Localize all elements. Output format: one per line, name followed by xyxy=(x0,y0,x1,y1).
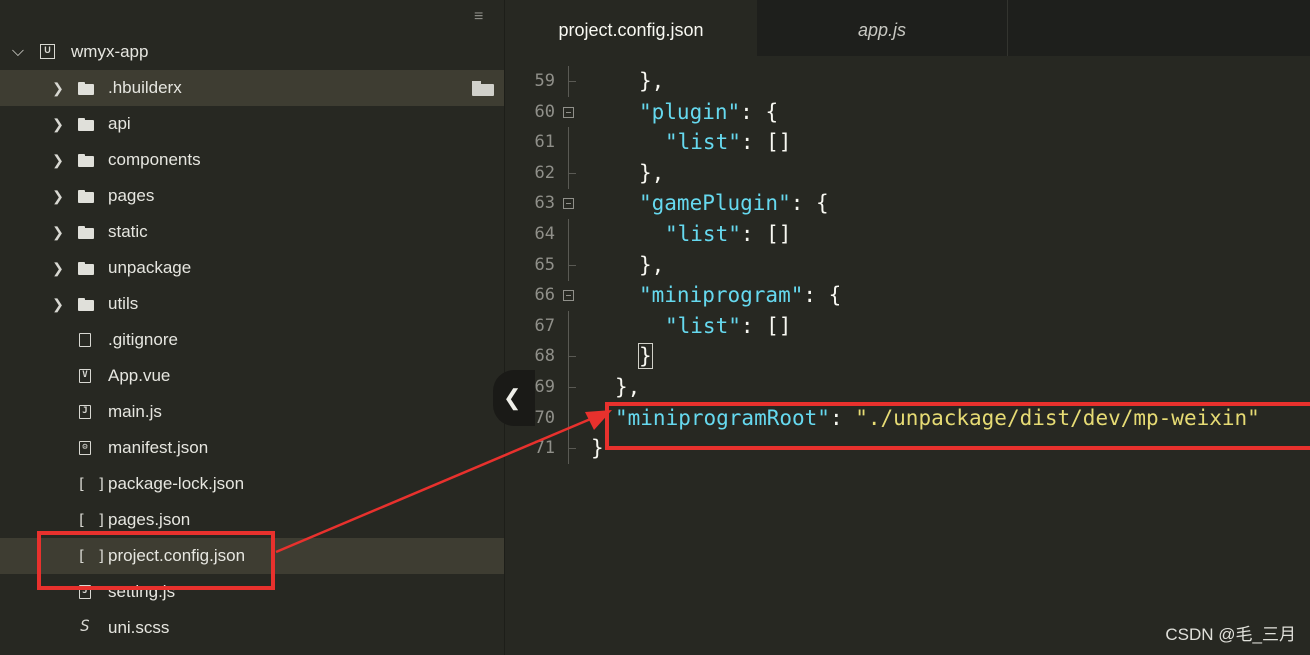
watermark: CSDN @毛_三月 xyxy=(1165,625,1296,644)
arrow-head xyxy=(585,410,612,430)
collapse-sidebar-button[interactable]: ❮ xyxy=(493,370,535,426)
arrow-line xyxy=(275,413,601,554)
annotation-arrow xyxy=(275,410,612,554)
